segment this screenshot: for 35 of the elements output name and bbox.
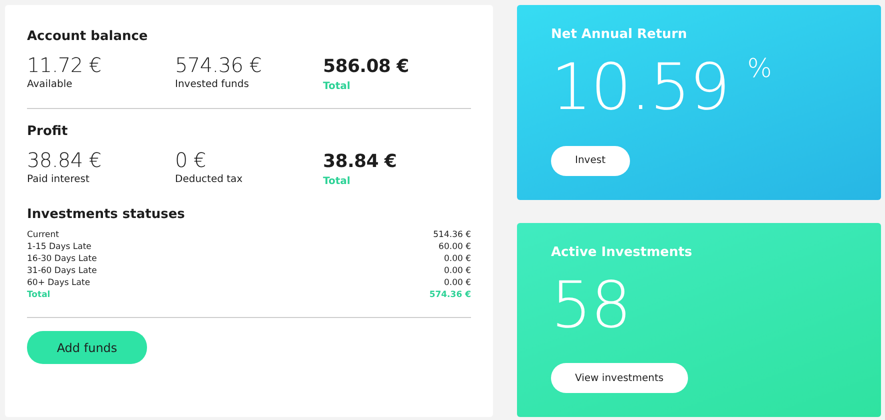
card-value: 58 (551, 268, 630, 344)
card-title: Net Annual Return (551, 27, 687, 42)
section-title: Account balance (27, 29, 149, 44)
section-title: Investments statuses (27, 207, 186, 222)
add-funds-button[interactable]: Add funds (27, 331, 147, 364)
status-label: 31-60 Days Late (27, 265, 97, 277)
status-amount: 60.00 € (438, 241, 471, 253)
status-amount: 0.00 € (444, 253, 471, 265)
total-label: Total (27, 289, 50, 301)
total-amount: 38.84 € (323, 151, 397, 172)
status-amount: 514.36 € (433, 229, 471, 241)
total-label: Total (323, 81, 350, 92)
amount: 574.36 € (175, 53, 262, 77)
section-title: Profit (27, 124, 69, 139)
status-label: Current (27, 229, 59, 241)
invest-button[interactable]: Invest (551, 146, 630, 176)
total-amount: 586.08 € (323, 56, 409, 77)
status-amount: 0.00 € (444, 277, 471, 289)
amount: 0 € (175, 148, 206, 172)
unit-label: % (747, 54, 772, 84)
amount-label: Invested funds (175, 79, 249, 90)
total-amount: 574.36 € (429, 289, 471, 301)
status-label: 60+ Days Late (27, 277, 90, 289)
amount-label: Available (27, 79, 72, 90)
card-title: Active Investments (551, 244, 692, 260)
card-value: 10.59 (551, 50, 730, 127)
status-amount: 0.00 € (444, 265, 471, 277)
amount-label: Deducted tax (175, 174, 243, 185)
amount: 38.84 € (27, 148, 102, 172)
status-label: 1-15 Days Late (27, 241, 92, 253)
status-label: 16-30 Days Late (27, 253, 97, 265)
total-label: Total (323, 176, 350, 187)
amount-label: Paid interest (27, 174, 90, 185)
amount: 11.72 € (27, 53, 102, 77)
view-investments-button[interactable]: View investments (551, 363, 688, 393)
